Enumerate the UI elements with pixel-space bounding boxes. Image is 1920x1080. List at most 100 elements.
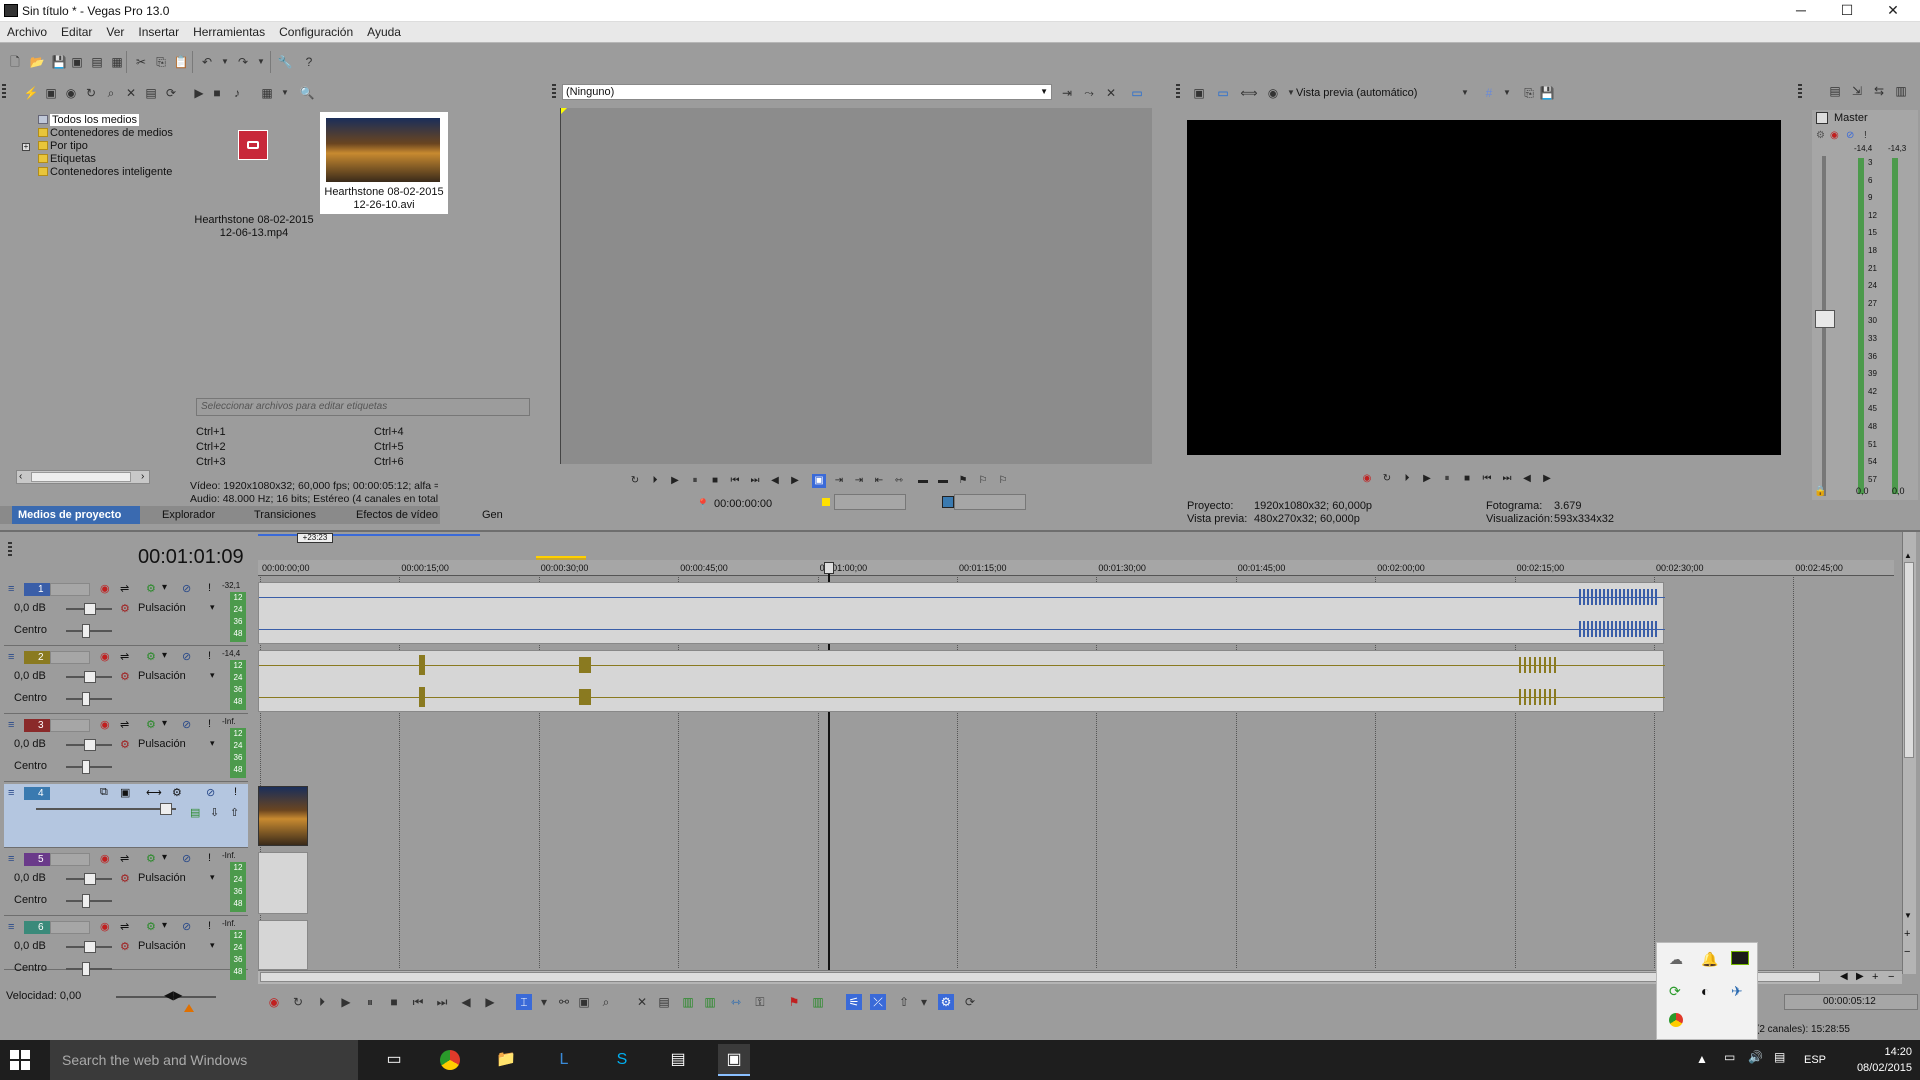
app-window-icon[interactable]: ▤ (662, 1044, 694, 1076)
record-icon[interactable]: ◉ (1360, 472, 1374, 486)
arm-record-icon[interactable]: ◉ (100, 582, 110, 595)
invert-phase-icon[interactable]: ⇌ (120, 650, 129, 663)
pan-mode-icon[interactable]: ⚙ (120, 738, 130, 751)
master-meter-icon[interactable]: ▥ (1892, 82, 1910, 100)
video-event-track-4[interactable] (258, 786, 308, 846)
fx-chain-icon[interactable]: ⟷ (146, 786, 162, 799)
master-downmix-icon[interactable]: ⇲ (1848, 82, 1866, 100)
mute-icon[interactable]: ⊘ (182, 650, 191, 663)
ripple-icon[interactable]: ⇧ (896, 994, 912, 1010)
master-props-icon[interactable]: ▤ (1826, 82, 1844, 100)
master-fx-icon[interactable]: ⇆ (1870, 82, 1888, 100)
lock-envelopes-icon[interactable]: ⚙ (938, 994, 954, 1010)
marker-icon[interactable]: ⚑ (786, 994, 802, 1010)
pan-mode-icon[interactable]: ⚙ (120, 670, 130, 683)
preview-quality-dropdown[interactable]: Vista previa (automático) (1296, 87, 1417, 99)
insert-mode-icon[interactable]: ▣ (812, 474, 826, 488)
overlays-dropdown-icon[interactable]: ▼ (1498, 84, 1516, 102)
file-1-caption[interactable]: Hearthstone 08-02-2015 12-06-13.mp4 (192, 214, 316, 240)
timeline-vscrollbar[interactable]: ▲ ▼ + − (1902, 532, 1916, 974)
track-expand-icon[interactable]: ≡ (8, 921, 14, 933)
zoom-in-v-icon[interactable]: + (1904, 928, 1910, 940)
volume-icon[interactable]: 🔊 (1748, 1050, 1763, 1064)
tab-medios-proyecto[interactable]: Medios de proyecto (12, 506, 140, 524)
add-before-icon[interactable]: ⇤ (872, 474, 886, 488)
region-end-icon[interactable]: ⚐ (996, 474, 1010, 488)
pause-icon[interactable]: ⏸ (1440, 472, 1454, 486)
selection-tool-icon[interactable]: ▣ (576, 994, 592, 1010)
prev-frame-icon[interactable]: ◀ (768, 474, 782, 488)
audio-event-track-1[interactable] (258, 582, 1665, 644)
minimize-button[interactable]: ─ (1778, 0, 1824, 22)
delete-icon[interactable]: ✕ (634, 994, 650, 1010)
track-name-field[interactable] (50, 583, 90, 596)
menu-editar[interactable]: Editar (54, 22, 99, 39)
track-fx-icon[interactable]: ⚙ (146, 920, 156, 933)
file-2-selection[interactable]: Hearthstone 08-02-2015 12-26-10.avi (320, 112, 448, 214)
velocidad-handle-icon[interactable]: ◀▶ (164, 988, 182, 1002)
pan-mode-icon[interactable]: ⚙ (120, 872, 130, 885)
track-fx-icon[interactable]: ⚙ (146, 718, 156, 731)
language-indicator[interactable]: ESP (1804, 1054, 1826, 1066)
pan-mode-icon[interactable]: ⚙ (120, 940, 130, 953)
clock-date[interactable]: 08/02/2015 (1850, 1062, 1912, 1074)
volume-handle[interactable] (84, 671, 96, 683)
menu-insertar[interactable]: Insertar (131, 22, 186, 39)
master-fx-chain-icon[interactable]: ⚙ (1816, 130, 1825, 141)
pan-mode-dropdown-icon[interactable]: ▾ (210, 670, 215, 681)
go-start-icon[interactable]: ⏮ (728, 474, 742, 488)
pause-icon[interactable]: ⏸ (688, 474, 702, 488)
audio-event-track-5[interactable] (258, 852, 308, 914)
select-icon[interactable]: ▬ (936, 474, 950, 488)
render-icon[interactable]: ▤ (88, 53, 106, 71)
shortcut-ctrl5[interactable]: Ctrl+5 (374, 441, 404, 453)
track-expand-icon[interactable]: ≡ (8, 853, 14, 865)
track-fx-icon[interactable]: ⚙ (146, 582, 156, 595)
trim-icon[interactable]: ▤ (656, 994, 672, 1010)
tab-transiciones[interactable]: Transiciones (254, 509, 316, 521)
network-tool-icon[interactable]: ✈ (1731, 983, 1743, 1000)
steam-icon[interactable]: ◐ (1701, 983, 1709, 999)
playhead-handle[interactable] (824, 562, 834, 574)
arm-record-icon[interactable]: ◉ (100, 852, 110, 865)
play-from-start-icon[interactable]: ⏵ (1400, 472, 1414, 486)
copy-snapshot-icon[interactable]: ⎘ (1520, 84, 1538, 102)
mute-icon[interactable]: ⊘ (182, 920, 191, 933)
invert-phase-icon[interactable]: ⇌ (120, 582, 129, 595)
track-fx-dropdown-icon[interactable]: ▾ (162, 718, 167, 729)
make-parent-icon[interactable]: ⇧ (230, 806, 239, 819)
solo-icon[interactable]: ! (208, 920, 211, 932)
track-fx-dropdown-icon[interactable]: ▾ (162, 582, 167, 593)
scroll-up-icon[interactable]: ▲ (1904, 552, 1914, 560)
tree-hscrollbar[interactable]: ‹ › (16, 470, 150, 484)
master-lock-icon[interactable]: 🔒 (1814, 486, 1826, 497)
prev-frame-icon[interactable]: ◀ (1520, 472, 1534, 486)
save-as-icon[interactable]: ▣ (68, 53, 86, 71)
expand-icon[interactable]: + (22, 143, 30, 151)
nvidia-icon[interactable] (1731, 951, 1749, 965)
overlays-icon[interactable]: # (1480, 84, 1498, 102)
stop-icon[interactable]: ■ (208, 84, 226, 102)
prev-frame-icon[interactable]: ◀ (458, 994, 474, 1010)
track-fx-icon[interactable]: ⚙ (172, 786, 182, 799)
solo-icon[interactable]: ! (208, 582, 211, 594)
video-preview-screen[interactable] (1187, 120, 1781, 455)
add-after-icon[interactable]: ⇥ (852, 474, 866, 488)
fit-icon[interactable]: ⇿ (892, 474, 906, 488)
play-icon[interactable]: ▶ (668, 474, 682, 488)
play-icon[interactable]: ▶ (190, 84, 208, 102)
play-icon[interactable]: ▶ (338, 994, 354, 1010)
action-center-icon[interactable]: ▤ (1774, 1050, 1785, 1064)
pan-mode-label[interactable]: Pulsación (138, 670, 186, 682)
envelope-tool-icon[interactable]: ⚯ (556, 994, 572, 1010)
solo-icon[interactable]: ! (208, 852, 211, 864)
pause-icon[interactable]: ⏸ (362, 994, 378, 1010)
arm-record-icon[interactable]: ◉ (100, 920, 110, 933)
media-fx-icon[interactable]: ▤ (142, 84, 160, 102)
tab-explorador[interactable]: Explorador (162, 509, 215, 521)
scroll-down-icon[interactable]: ▼ (1904, 912, 1914, 920)
track-fx-dropdown-icon[interactable]: ▾ (162, 852, 167, 863)
zoom-out-h-icon[interactable]: − (1888, 971, 1894, 983)
mute-icon[interactable]: ⊘ (206, 786, 215, 799)
lock-icon[interactable]: ⚿ (752, 994, 768, 1010)
